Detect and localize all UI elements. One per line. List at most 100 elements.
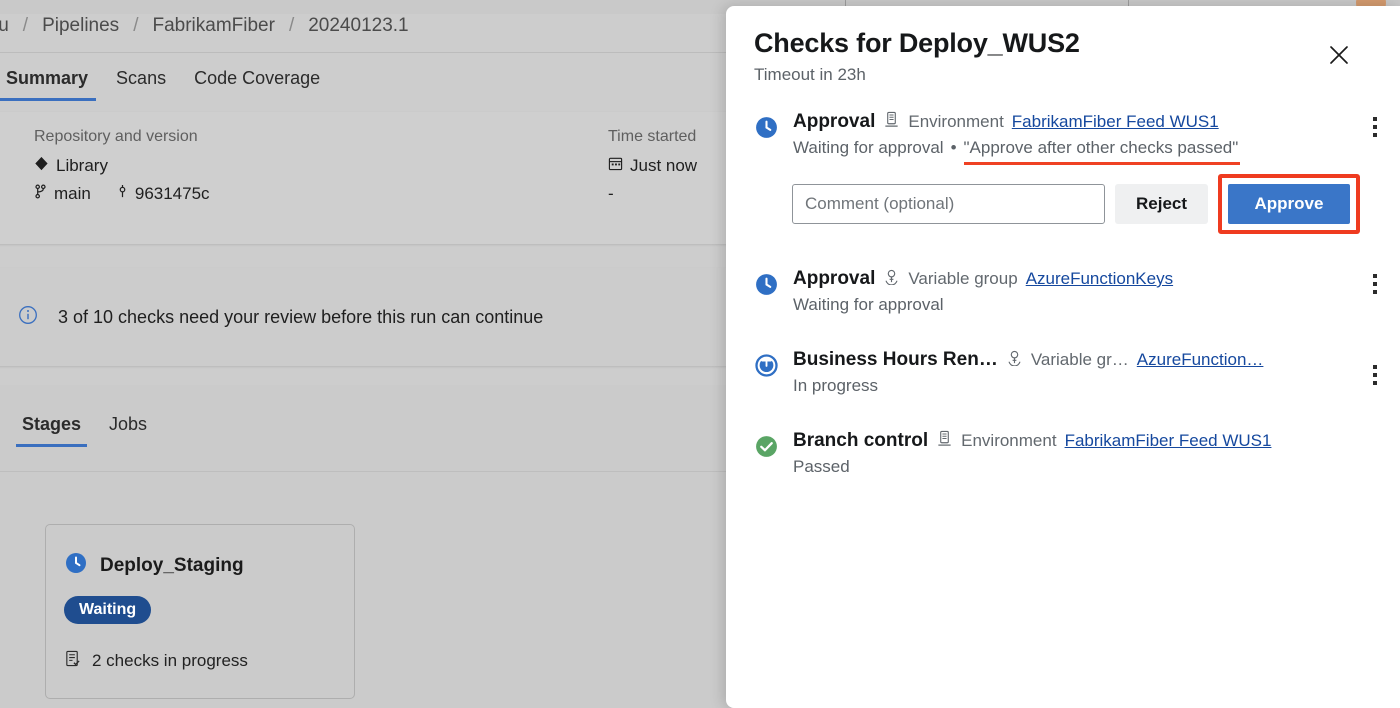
in-progress-icon	[754, 353, 779, 383]
breadcrumb-separator: /	[288, 15, 295, 36]
kebab-dot	[1373, 373, 1377, 377]
variable-group-icon	[883, 268, 900, 290]
breadcrumb-separator: /	[22, 15, 29, 36]
repository-label: Repository and version	[34, 128, 198, 145]
kebab-menu-icon[interactable]	[1364, 117, 1386, 137]
check-name: Branch control	[793, 430, 929, 451]
check-name: Business Hours Ren…	[793, 349, 998, 370]
breadcrumb-item-run[interactable]: 20240123.1	[306, 15, 410, 37]
breadcrumb: iu / Pipelines / FabrikamFiber / 2024012…	[0, 6, 411, 46]
branch-icon	[34, 184, 47, 204]
elapsed-row: -	[608, 184, 697, 204]
check-resource-kind: Variable gr…	[1030, 350, 1129, 369]
check-name: Approval	[793, 111, 876, 132]
breadcrumb-item-pipelines[interactable]: Pipelines	[40, 15, 121, 37]
stage-checks-row[interactable]: 2 checks in progress	[64, 650, 354, 672]
check-item: Business Hours Ren… Variable gr… AzureFu…	[726, 349, 1400, 396]
tab-stages[interactable]: Stages	[8, 414, 95, 447]
kebab-dot	[1373, 365, 1377, 369]
main-tab-bar: Summary Scans Code Coverage	[0, 68, 334, 101]
stage-tab-bar: Stages Jobs	[8, 414, 161, 447]
breadcrumb-item-pipeline[interactable]: FabrikamFiber	[150, 15, 276, 37]
close-icon[interactable]	[1326, 42, 1352, 68]
kebab-menu-icon[interactable]	[1364, 274, 1386, 294]
success-check-icon	[754, 434, 779, 464]
stage-title-row: Deploy_Staging	[64, 551, 354, 580]
comment-input[interactable]	[792, 184, 1105, 224]
check-substatus: Passed	[793, 457, 850, 476]
check-resource-link[interactable]: AzureFunctionKeys	[1026, 269, 1173, 289]
clock-icon	[64, 551, 88, 580]
check-resource-link[interactable]: AzureFunction…	[1137, 350, 1264, 370]
kebab-dot	[1373, 117, 1377, 121]
checklist-icon	[64, 650, 81, 672]
check-item: Approval Environment FabrikamFiber Feed …	[726, 111, 1400, 234]
check-row: Business Hours Ren… Variable gr… AzureFu…	[754, 349, 1377, 396]
approval-actions-row: Reject Approve	[792, 174, 1360, 234]
panel-header: Checks for Deploy_WUS2 Timeout in 23h	[726, 6, 1400, 85]
checks-info-banner: 3 of 10 checks need your review before t…	[0, 268, 730, 366]
clock-icon	[754, 272, 779, 302]
tab-code-coverage[interactable]: Code Coverage	[180, 68, 334, 101]
check-body: Branch control Environment FabrikamFiber…	[793, 430, 1360, 477]
check-item: Approval Variable group AzureFunctionKey…	[726, 268, 1400, 315]
panel-timeout-subtitle: Timeout in 23h	[754, 65, 866, 84]
repository-column: Repository and version Library main 9631…	[34, 128, 210, 212]
check-resource-link[interactable]: FabrikamFiber Feed WUS1	[1012, 112, 1219, 132]
commit-hash[interactable]: 9631475c	[135, 184, 210, 204]
check-body: Business Hours Ren… Variable gr… AzureFu…	[793, 349, 1360, 396]
check-resource-link[interactable]: FabrikamFiber Feed WUS1	[1065, 431, 1272, 451]
check-headline: Business Hours Ren… Variable gr… AzureFu…	[793, 349, 1360, 371]
breadcrumb-item-project[interactable]: iu	[0, 15, 11, 37]
substatus-separator: •	[950, 138, 957, 157]
time-started-label: Time started	[608, 128, 697, 145]
repository-name[interactable]: Library	[56, 156, 108, 176]
approve-button-annotation: Approve	[1218, 174, 1360, 234]
check-body: Approval Environment FabrikamFiber Feed …	[793, 111, 1360, 165]
checks-info-text: 3 of 10 checks need your review before t…	[58, 306, 544, 327]
time-started-value: Just now	[630, 156, 698, 175]
status-badge: Waiting	[64, 596, 152, 624]
stage-name: Deploy_Staging	[100, 554, 244, 576]
kebab-dot	[1373, 274, 1377, 278]
branch-name[interactable]: main	[54, 184, 91, 204]
check-substatus-row: Waiting for approval	[793, 295, 1360, 315]
checks-list: Approval Environment FabrikamFiber Feed …	[726, 85, 1400, 477]
kebab-menu-icon[interactable]	[1364, 365, 1386, 385]
check-resource-kind: Environment	[908, 112, 1004, 131]
repository-row: Library	[34, 156, 210, 176]
check-row: Approval Environment FabrikamFiber Feed …	[754, 111, 1377, 165]
check-item: Branch control Environment FabrikamFiber…	[726, 430, 1400, 477]
kebab-dot	[1373, 125, 1377, 129]
reject-button[interactable]: Reject	[1115, 184, 1208, 224]
check-substatus: In progress	[793, 376, 879, 395]
variable-group-icon	[1006, 349, 1023, 371]
check-substatus: Waiting for approval	[793, 295, 944, 314]
approve-button[interactable]: Approve	[1228, 184, 1350, 224]
stage-checks-text: 2 checks in progress	[92, 651, 248, 670]
check-name: Approval	[793, 268, 876, 289]
check-resource-kind: Environment	[961, 431, 1057, 450]
kebab-dot	[1373, 282, 1377, 286]
branch-row: main 9631475c	[34, 184, 210, 204]
environment-icon	[936, 430, 953, 452]
time-started-row: Just now	[608, 156, 697, 176]
stages-card: Stages Jobs Deploy_Staging Waiting 2 che…	[0, 386, 730, 708]
stage-card-deploy-staging[interactable]: Deploy_Staging Waiting 2 checks in progr…	[45, 524, 355, 699]
checks-panel: Checks for Deploy_WUS2 Timeout in 23h Ap…	[726, 6, 1400, 708]
screen-root: iu / Pipelines / FabrikamFiber / 2024012…	[0, 0, 1400, 708]
kebab-dot	[1373, 290, 1377, 294]
tab-jobs[interactable]: Jobs	[95, 414, 161, 447]
tab-summary[interactable]: Summary	[0, 68, 102, 101]
commit-icon	[117, 184, 128, 204]
clock-icon	[754, 115, 779, 145]
kebab-dot	[1373, 133, 1377, 137]
stage-tab-divider	[0, 471, 730, 472]
check-substatus-row: Waiting for approval • "Approve after ot…	[793, 138, 1360, 165]
repository-icon	[34, 156, 49, 176]
tab-scans[interactable]: Scans	[102, 68, 180, 101]
check-headline: Approval Variable group AzureFunctionKey…	[793, 268, 1360, 290]
check-substatus: Waiting for approval	[793, 138, 944, 157]
time-column: Time started Just now -	[608, 128, 697, 212]
check-substatus-row: In progress	[793, 376, 1360, 396]
